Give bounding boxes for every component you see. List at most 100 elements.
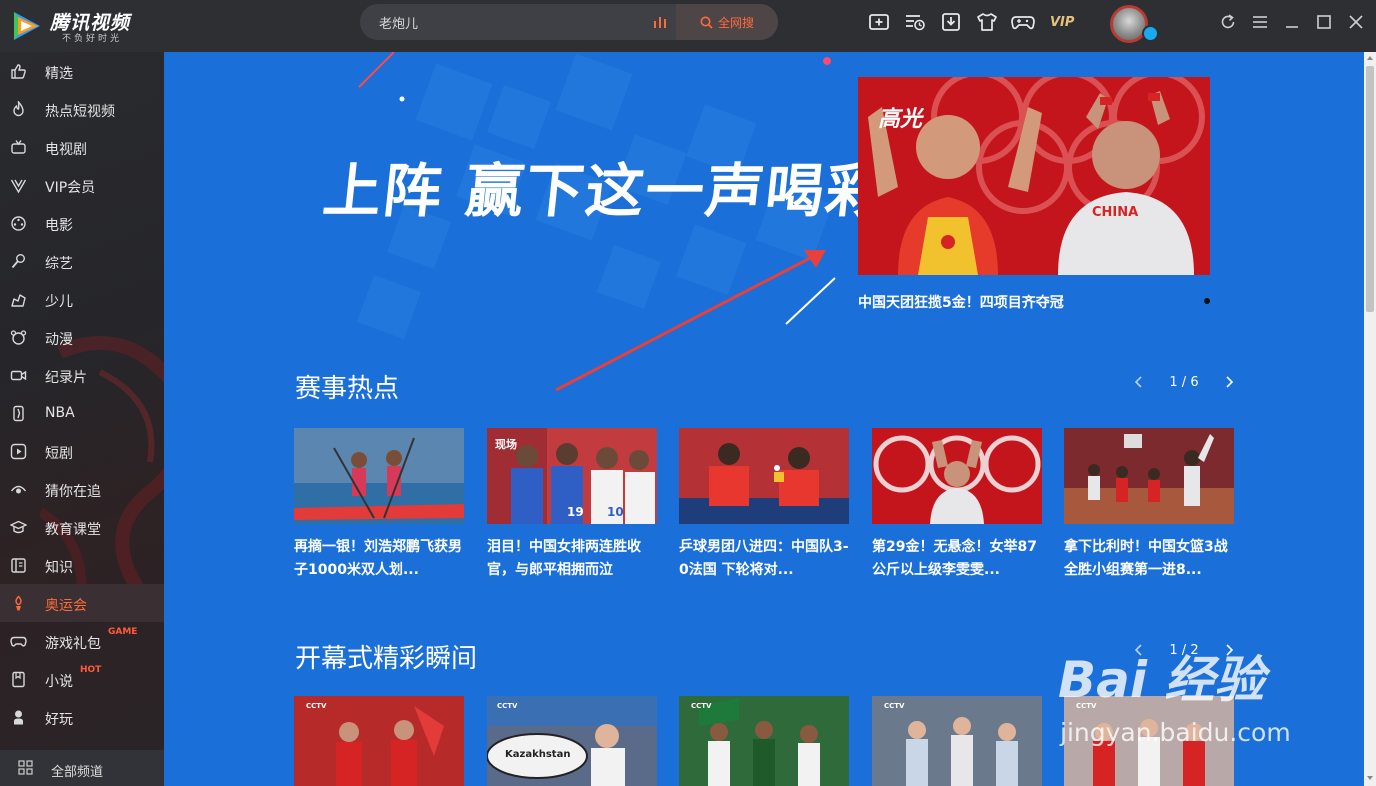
play-circle-icon	[10, 443, 27, 460]
app-subtitle: 不负好时光	[62, 34, 123, 44]
video-card[interactable]: CCTV	[1064, 696, 1234, 786]
highlight-tag: 高光	[878, 107, 923, 132]
next-page-button[interactable]	[1222, 643, 1236, 657]
sidebar-item-olympics[interactable]: 奥运会	[0, 584, 164, 622]
tencent-video-logo-icon	[14, 12, 40, 40]
sidebar-item-featured[interactable]: 精选	[0, 52, 164, 90]
scrollbar-thumb[interactable]	[1366, 66, 1374, 312]
video-card[interactable]: 拿下比利时！中国女篮3战全胜小组赛第一进8...	[1064, 428, 1234, 582]
prev-page-button[interactable]	[1132, 375, 1146, 389]
book-icon	[11, 558, 26, 573]
vip-v-icon	[10, 179, 27, 194]
video-card[interactable]: CCTV	[294, 696, 464, 786]
maximize-button[interactable]	[1312, 10, 1336, 34]
tv-icon	[11, 140, 26, 154]
sidebar-item-novels[interactable]: 小说 HOT	[0, 660, 164, 698]
channel-badge: CCTV	[497, 702, 518, 710]
video-card[interactable]: 第29金！无悬念！女举87公斤以上级李雯雯...	[872, 428, 1042, 582]
vertical-scrollbar[interactable]	[1364, 52, 1376, 786]
section-title-opening-ceremony: 开幕式精彩瞬间	[295, 644, 478, 674]
minimize-button[interactable]	[1280, 10, 1304, 34]
sidebar-item-kids[interactable]: 少儿	[0, 280, 164, 318]
video-thumbnail	[679, 428, 849, 524]
prev-page-button[interactable]	[1132, 643, 1146, 657]
bear-face-icon	[10, 330, 27, 345]
video-thumbnail: 19 10 现场	[487, 428, 657, 524]
sidebar-item-game-gifts[interactable]: 游戏礼包 GAME	[0, 622, 164, 660]
scroll-down-arrow-icon[interactable]	[1366, 774, 1374, 782]
user-avatar-button[interactable]	[1108, 3, 1159, 47]
graduation-cap-icon	[10, 520, 27, 534]
sidebar-item-knowledge[interactable]: 知识	[0, 546, 164, 584]
sidebar-item-fun[interactable]: 好玩	[0, 698, 164, 736]
upload-button[interactable]	[866, 10, 892, 34]
sidebar-item-hot-shorts[interactable]: 热点短视频	[0, 90, 164, 128]
video-title: 第29金！无悬念！女举87公斤以上级李雯雯...	[872, 539, 1037, 578]
sidebar-item-movies[interactable]: 电影	[0, 204, 164, 242]
channel-badge: CCTV	[691, 702, 712, 710]
add-video-icon	[869, 14, 889, 30]
search-input[interactable]	[360, 4, 676, 40]
video-thumbnail: CCTV	[294, 696, 464, 786]
search-bar: 全网搜	[360, 4, 778, 40]
video-title: 乒球男团八进四：中国队3-0法国 下轮将对...	[679, 539, 849, 578]
video-card[interactable]: Kazakhstan CCTV	[487, 696, 657, 786]
download-icon	[942, 13, 960, 31]
sidebar-item-short-drama[interactable]: 短剧	[0, 432, 164, 470]
search-button[interactable]: 全网搜	[676, 4, 778, 40]
section-pager-hot-events: 1 / 6	[1132, 372, 1236, 392]
chevron-right-icon	[1226, 644, 1234, 656]
film-reel-icon	[11, 216, 26, 231]
all-channels-button[interactable]: 全部频道	[0, 750, 164, 786]
sidebar-item-tv-series[interactable]: 电视剧	[0, 128, 164, 166]
sidebar-item-vip[interactable]: VIP会员	[0, 166, 164, 204]
sidebar-item-variety[interactable]: 综艺	[0, 242, 164, 280]
video-title: 拿下比利时！中国女篮3战全胜小组赛第一进8...	[1064, 539, 1228, 578]
app-logo[interactable]: 腾讯视频 不负好时光	[10, 6, 160, 46]
game-button[interactable]	[1010, 10, 1036, 34]
video-card[interactable]: CCTV	[872, 696, 1042, 786]
chevron-left-icon	[1134, 376, 1142, 388]
carousel-dot[interactable]	[1204, 298, 1210, 304]
page-indicator: 1 / 2	[1169, 642, 1199, 658]
qq-badge-icon	[1142, 25, 1159, 42]
download-button[interactable]	[938, 10, 964, 34]
chevron-right-icon	[1226, 376, 1234, 388]
video-card[interactable]: 乒球男团八进四：中国队3-0法国 下轮将对...	[679, 428, 849, 582]
video-thumbnail: CCTV	[1064, 696, 1234, 786]
jersey-text: CHINA	[1092, 205, 1139, 220]
sidebar-item-following[interactable]: 猜你在追	[0, 470, 164, 508]
banner-caption[interactable]: 中国天团狂揽5金！四项目齐夺冠	[858, 292, 1064, 312]
video-title: 泪目！中国女排两连胜收官，与郎平相拥而泣	[487, 539, 641, 578]
chevron-left-icon	[1134, 644, 1142, 656]
vip-button[interactable]: VIP	[1050, 10, 1074, 34]
banner-featured-card[interactable]: 高光 CHINA	[858, 77, 1210, 275]
video-card[interactable]: 再摘一银！刘浩郑鹏飞获男子1000米双人划...	[294, 428, 464, 582]
sidebar-item-education[interactable]: 教育课堂	[0, 508, 164, 546]
camera-icon	[10, 370, 27, 381]
scroll-up-arrow-icon[interactable]	[1366, 54, 1374, 62]
hot-search-icon[interactable]	[652, 14, 668, 30]
thumbs-up-icon	[11, 64, 26, 79]
sidebar-item-documentary[interactable]: 纪录片	[0, 356, 164, 394]
nba-icon	[13, 405, 24, 422]
video-card[interactable]: CCTV	[679, 696, 849, 786]
gamepad-icon	[1011, 16, 1035, 30]
close-icon	[1349, 15, 1363, 29]
channel-badge: CCTV	[1076, 702, 1097, 710]
video-card[interactable]: 19 10 现场 泪目！中国女排两连胜收官，与郎平相拥而泣	[487, 428, 657, 582]
menu-button[interactable]	[1248, 10, 1272, 34]
hamburger-menu-icon	[1253, 16, 1267, 28]
refresh-icon	[1221, 14, 1235, 29]
skin-button[interactable]	[974, 10, 1000, 34]
sidebar-item-anime[interactable]: 动漫	[0, 318, 164, 356]
search-button-label: 全网搜	[717, 15, 754, 30]
svg-text:19: 19	[567, 505, 584, 519]
history-button[interactable]	[902, 10, 928, 34]
svg-text:10: 10	[607, 505, 624, 519]
close-button[interactable]	[1344, 10, 1368, 34]
hot-tag: HOT	[80, 665, 102, 675]
refresh-button[interactable]	[1216, 10, 1240, 34]
sidebar-item-nba[interactable]: NBA	[0, 394, 164, 432]
next-page-button[interactable]	[1222, 375, 1236, 389]
